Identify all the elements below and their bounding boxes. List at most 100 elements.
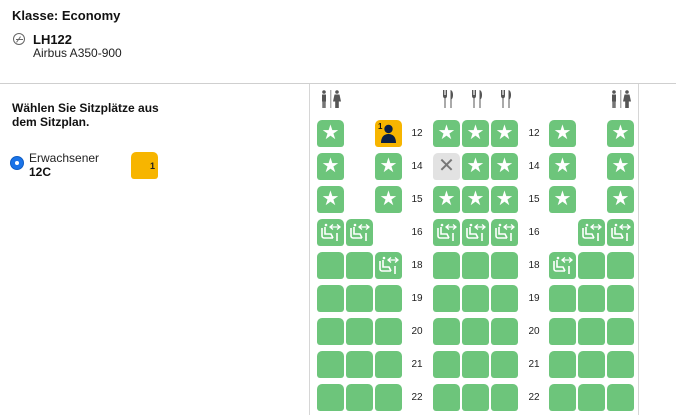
row-number: 22 (411, 392, 423, 403)
row-number: 20 (528, 326, 540, 337)
seat-available[interactable] (462, 318, 489, 345)
seat-available[interactable] (346, 384, 373, 411)
passenger-seat[interactable]: 12C (29, 165, 51, 179)
seat-preferred[interactable]: ★ (375, 153, 402, 180)
seat-available[interactable] (462, 285, 489, 312)
seat-preferred[interactable]: ★ (462, 120, 489, 147)
seat-available[interactable] (491, 351, 518, 378)
seat-extra-legroom[interactable] (346, 219, 373, 246)
row-number: 15 (528, 194, 540, 205)
seat-preferred[interactable]: ★ (607, 186, 634, 213)
seat-extra-legroom[interactable] (607, 219, 634, 246)
seat-available[interactable] (317, 384, 344, 411)
seat-preferred[interactable]: ★ (491, 120, 518, 147)
star-icon: ★ (553, 122, 572, 144)
seat-preferred[interactable]: ★ (607, 120, 634, 147)
seat-available[interactable] (607, 252, 634, 279)
seat-available[interactable] (578, 384, 605, 411)
galley-icon (441, 90, 455, 111)
seat-available[interactable] (578, 318, 605, 345)
seat-available[interactable] (607, 384, 634, 411)
seat-preferred[interactable]: ★ (607, 153, 634, 180)
seat-available[interactable] (491, 252, 518, 279)
seat-extra-legroom[interactable] (317, 219, 344, 246)
passenger-badge-number: 1 (149, 161, 155, 171)
seat-preferred[interactable]: ★ (491, 153, 518, 180)
seat-available[interactable] (375, 351, 402, 378)
seat-available[interactable] (578, 285, 605, 312)
seat-available[interactable] (346, 351, 373, 378)
seat-available[interactable] (433, 351, 460, 378)
seat-available[interactable] (317, 252, 344, 279)
row-number: 19 (411, 293, 423, 304)
row-number: 16 (528, 227, 540, 238)
seat-available[interactable] (607, 318, 634, 345)
seat-extra-legroom[interactable] (375, 252, 402, 279)
seat-available[interactable] (549, 384, 576, 411)
seat-available[interactable] (375, 285, 402, 312)
seat-available[interactable] (607, 285, 634, 312)
seat-available[interactable] (491, 384, 518, 411)
seat-preferred[interactable]: ★ (317, 186, 344, 213)
seat-available[interactable] (549, 318, 576, 345)
seat-preferred[interactable]: ★ (549, 153, 576, 180)
passenger-panel: Wählen Sie Sitzplätze aus dem Sitzplan. … (0, 85, 308, 415)
seat-available[interactable] (549, 285, 576, 312)
star-icon: ★ (321, 155, 340, 177)
row-number: 18 (411, 260, 423, 271)
star-icon: ★ (611, 122, 630, 144)
seat-available[interactable] (462, 384, 489, 411)
seat-available[interactable] (346, 285, 373, 312)
seat-preferred[interactable]: ★ (549, 186, 576, 213)
seat-available[interactable] (491, 318, 518, 345)
seat-extra-legroom[interactable] (491, 219, 518, 246)
seat-preferred[interactable]: ★ (317, 120, 344, 147)
seat-available[interactable] (578, 252, 605, 279)
seat-selected[interactable]: 1 (375, 120, 402, 147)
seat-available[interactable] (375, 384, 402, 411)
seat-available[interactable] (317, 285, 344, 312)
row-number: 22 (528, 392, 540, 403)
seat-available[interactable] (462, 351, 489, 378)
passenger-radio[interactable] (10, 156, 24, 170)
seat-preferred[interactable]: ★ (375, 186, 402, 213)
row-number: 12 (411, 128, 423, 139)
seat-available[interactable] (375, 318, 402, 345)
legroom-icon (495, 223, 515, 241)
seat-preferred[interactable]: ★ (462, 186, 489, 213)
passenger-type[interactable]: Erwachsener (29, 151, 99, 165)
seat-preferred[interactable]: ★ (549, 120, 576, 147)
seat-available[interactable] (462, 252, 489, 279)
seat-extra-legroom[interactable] (549, 252, 576, 279)
row-number: 21 (528, 359, 540, 370)
legroom-icon (553, 256, 573, 274)
seat-preferred[interactable]: ★ (317, 153, 344, 180)
seat-available[interactable] (317, 351, 344, 378)
seat-available[interactable] (607, 351, 634, 378)
seat-available[interactable] (433, 384, 460, 411)
seat-available[interactable] (433, 285, 460, 312)
seat-available[interactable] (433, 252, 460, 279)
seat-extra-legroom[interactable] (433, 219, 460, 246)
seat-preferred[interactable]: ★ (462, 153, 489, 180)
star-icon: ★ (466, 155, 485, 177)
seat-extra-legroom[interactable] (462, 219, 489, 246)
seat-preferred[interactable]: ★ (491, 186, 518, 213)
legroom-icon (321, 223, 341, 241)
seat-preferred[interactable]: ★ (433, 120, 460, 147)
star-icon: ★ (321, 188, 340, 210)
row-number: 16 (411, 227, 423, 238)
seat-available[interactable] (549, 351, 576, 378)
seat-preferred[interactable]: ★ (433, 186, 460, 213)
seat-extra-legroom[interactable] (578, 219, 605, 246)
seat-available[interactable] (433, 318, 460, 345)
legroom-icon (611, 223, 631, 241)
seat-available[interactable] (491, 285, 518, 312)
row-number: 12 (528, 128, 540, 139)
seat-available[interactable] (578, 351, 605, 378)
seat-available[interactable] (346, 318, 373, 345)
seat-available[interactable] (317, 318, 344, 345)
plane-icon (13, 33, 25, 45)
seat-available[interactable] (346, 252, 373, 279)
unavailable-icon: ✕ (438, 155, 455, 177)
